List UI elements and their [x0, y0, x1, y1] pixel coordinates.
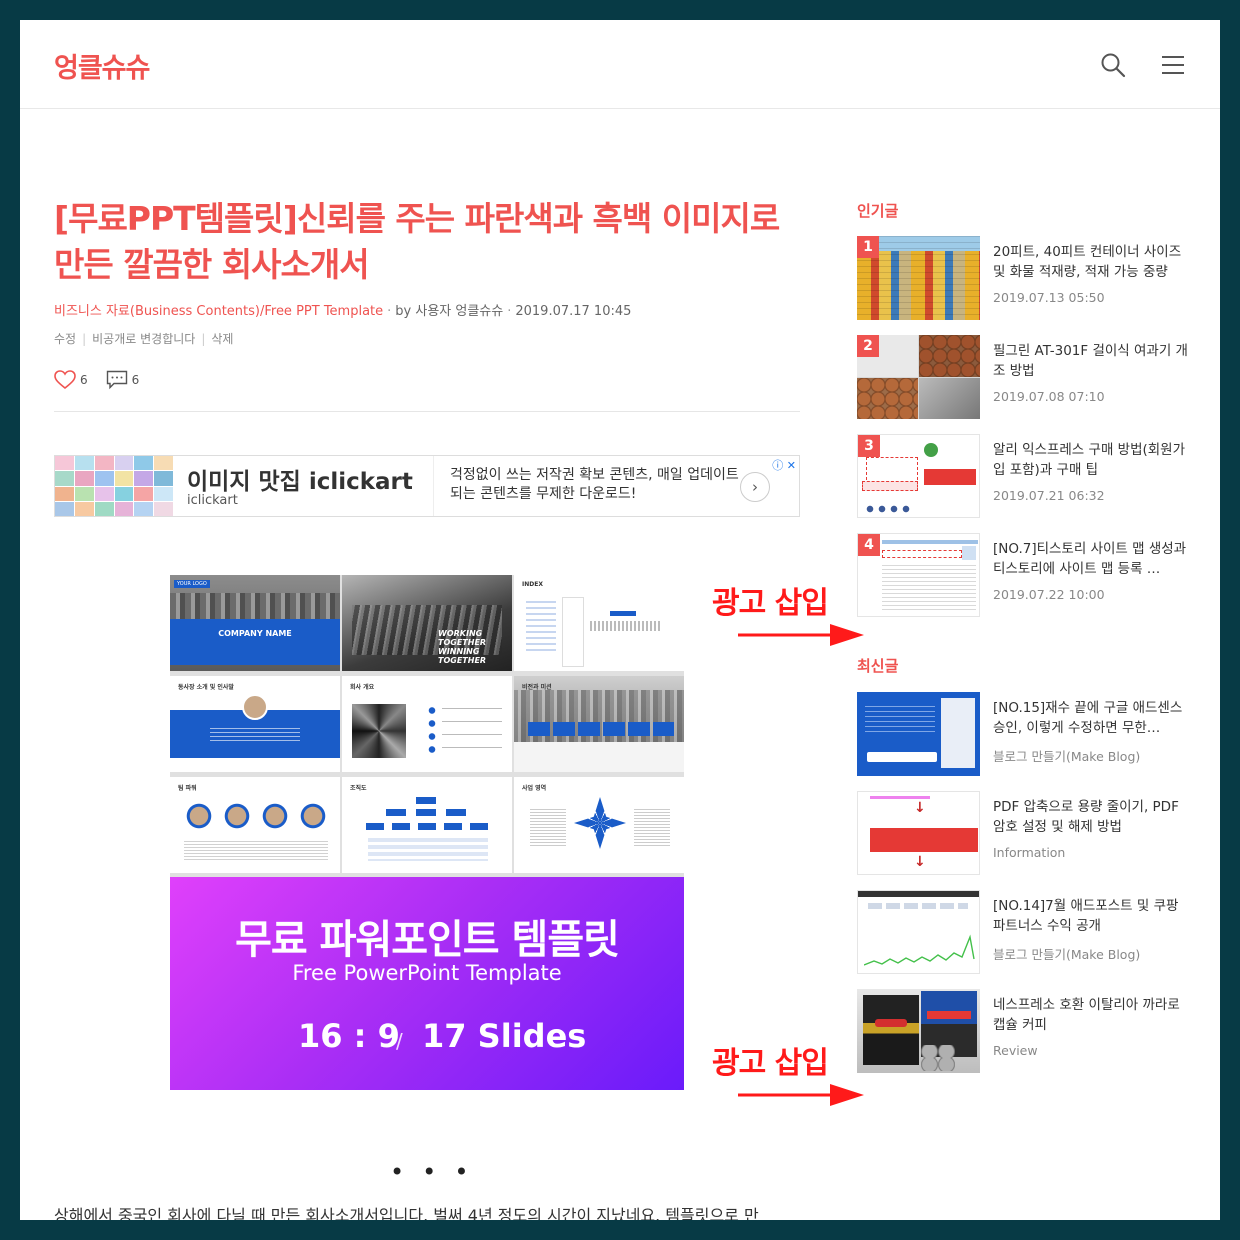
article-author: by 사용자 엉클슈슈 [395, 304, 504, 319]
ad-info-close-icon[interactable]: ⓘ ✕ [772, 457, 796, 473]
post-date: 2019.07.22 10:00 [993, 587, 1105, 602]
edit-link[interactable]: 수정 [54, 332, 76, 346]
rank-badge: 4 [858, 534, 880, 556]
recent-post-item[interactable]: [NO.15]재수 끝에 구글 애드센스 승인, 이렇게 수정하면 무한… 블로… [857, 692, 1197, 776]
post-title[interactable]: 네스프레소 호환 이탈리아 까라로 캡슐 커피 [993, 995, 1189, 1035]
article-category-link[interactable]: 비즈니스 자료(Business Contents)/Free PPT Temp… [54, 304, 383, 319]
promo-slide-count: 17 Slides [422, 1017, 587, 1055]
site-logo[interactable]: 엉클슈슈 [54, 46, 150, 85]
post-thumbnail[interactable] [857, 692, 980, 776]
ad-sub-text: iclickart [187, 493, 238, 508]
post-category: 블로그 만들기(Make Blog) [993, 947, 1141, 962]
like-count: 6 [80, 373, 88, 387]
article-title: [무료PPT템플릿]신뢰를 주는 파란색과 흑백 이미지로 만든 깔끔한 회사소… [54, 199, 780, 284]
template-promo-banner: 무료 파워포인트 템플릿 Free PowerPoint Template 16… [170, 877, 684, 1090]
recent-post-item[interactable]: ↓ ↓ PDF 압축으로 용량 줄이기, PDF 암호 설정 및 해제 방법 I… [857, 791, 1197, 875]
post-title[interactable]: [NO.7]티스토리 사이트 맵 생성과 티스토리에 사이트 맵 등록 … [993, 539, 1189, 579]
post-date: 2019.07.08 07:10 [993, 389, 1105, 404]
post-thumbnail[interactable]: 2 [857, 335, 980, 419]
recent-posts-heading: 최신글 [857, 657, 899, 675]
reactions-bar: 6 6 [54, 370, 157, 390]
promo-subtitle: Free PowerPoint Template [292, 961, 562, 985]
red-arrow-right-icon [738, 1084, 864, 1106]
slide-business-area: 사업 영역 [514, 777, 684, 873]
post-thumbnail[interactable] [857, 890, 980, 974]
post-thumbnail[interactable] [857, 989, 980, 1073]
line-graph-thumbnail [864, 934, 975, 966]
popular-post-item[interactable]: 2 필그린 AT-301F 걸이식 여과기 개조 방법 2019.07.08 0… [857, 335, 1197, 419]
post-thumbnail[interactable]: 3 [857, 434, 980, 518]
slide-index: INDEX [514, 575, 684, 671]
rank-badge: 3 [858, 435, 880, 457]
popular-post-item[interactable]: 3 알리 익스프레스 구매 방법(회원가입 포함)과 구매 팁 2019.07.… [857, 434, 1197, 518]
post-thumbnail[interactable]: ↓ ↓ [857, 791, 980, 875]
popular-post-item[interactable]: 4 [NO.7]티스토리 사이트 맵 생성과 티스토리에 사이트 맵 등록 … … [857, 533, 1197, 617]
ad-thumbnail-grid [55, 456, 173, 516]
ad-insert-annotation-bottom: 광고 삽입 [712, 1046, 829, 1081]
slide-slogan: WORKING TOGETHER WINNING TOGETHER [342, 575, 512, 671]
article-body-first-line: 상해에서 중국인 회사에 다닐 때 만든 회사소개서입니다. 벌써 4년 정도의… [54, 1206, 759, 1220]
post-title[interactable]: 알리 익스프레스 구매 방법(회원가입 포함)과 구매 팁 [993, 440, 1189, 480]
post-category: Review [993, 1043, 1038, 1058]
heart-icon[interactable] [54, 370, 76, 390]
popular-posts-heading: 인기글 [857, 202, 899, 220]
article-actions: 수정 | 비공개로 변경합니다 | 삭제 [54, 332, 234, 346]
article-meta: 비즈니스 자료(Business Contents)/Free PPT Temp… [54, 304, 632, 319]
slide-cover: YOUR LOGO COMPANY NAME [170, 575, 340, 671]
post-thumbnail[interactable]: 1 [857, 236, 980, 320]
slide-slogan-text: WORKING TOGETHER WINNING TOGETHER [438, 629, 487, 665]
promo-ratio: 16 : 9 [298, 1017, 400, 1055]
ad-description-panel[interactable]: 걱정없이 쓰는 저작권 확보 콘텐츠, 매일 업데이트되는 콘텐츠를 무제한 다… [433, 456, 799, 516]
promo-title: 무료 파워포인트 템플릿 [235, 917, 620, 963]
post-category: Information [993, 845, 1066, 860]
post-title[interactable]: [NO.14]7월 애드포스트 및 쿠팡 파트너스 수익 공개 [993, 896, 1189, 936]
post-date: 2019.07.13 05:50 [993, 290, 1105, 305]
post-thumbnail[interactable]: 4 [857, 533, 980, 617]
delete-link[interactable]: 삭제 [211, 332, 233, 346]
popular-post-item[interactable]: 1 20피트, 40피트 컨테이너 사이즈 및 화물 적재량, 적재 가능 중량… [857, 236, 1197, 320]
ad-brand-name[interactable]: 이미지 맛집 iclickart [187, 462, 413, 496]
red-arrow-right-icon [738, 624, 864, 646]
ad-description: 걱정없이 쓰는 저작권 확보 콘텐츠, 매일 업데이트되는 콘텐츠를 무제한 다… [450, 467, 739, 502]
site-header: 엉클슈슈 [20, 20, 1220, 109]
rank-badge: 1 [857, 236, 879, 258]
make-private-link[interactable]: 비공개로 변경합니다 [92, 332, 195, 346]
ad-banner[interactable]: 이미지 맛집 iclickart iclickart 걱정없이 쓰는 저작권 확… [54, 455, 800, 517]
template-preview-image: YOUR LOGO COMPANY NAME WORKING TOGETHER … [170, 575, 684, 1090]
ad-next-arrow-icon[interactable]: › [740, 472, 770, 502]
post-title[interactable]: [NO.15]재수 끝에 구글 애드센스 승인, 이렇게 수정하면 무한… [993, 698, 1189, 738]
slide-vision: 비전과 미션 [514, 676, 684, 772]
slide-ceo: 동사장 소개 및 인사말 [170, 676, 340, 772]
post-title[interactable]: 20피트, 40피트 컨테이너 사이즈 및 화물 적재량, 적재 가능 중량 [993, 242, 1189, 282]
post-title[interactable]: PDF 압축으로 용량 줄이기, PDF 암호 설정 및 해제 방법 [993, 797, 1189, 837]
red-arrow-down-icon: ↓ [914, 854, 926, 870]
hamburger-menu-icon[interactable] [1160, 52, 1186, 78]
recent-post-item[interactable]: 네스프레소 호환 이탈리아 까라로 캡슐 커피 Review [857, 989, 1197, 1073]
red-arrow-down-icon: ↓ [914, 800, 926, 816]
slide-cover-logo: YOUR LOGO [174, 580, 210, 588]
ad-insert-annotation-top: 광고 삽입 [712, 586, 829, 621]
post-category: 블로그 만들기(Make Blog) [993, 749, 1141, 764]
comment-icon[interactable] [106, 370, 128, 390]
post-date: 2019.07.21 06:32 [993, 488, 1105, 503]
section-dots-divider: ••• [390, 1158, 487, 1186]
promo-slash: / [396, 1029, 403, 1053]
slide-org-chart: 조직도 [342, 777, 512, 873]
recent-post-item[interactable]: [NO.14]7월 애드포스트 및 쿠팡 파트너스 수익 공개 블로그 만들기(… [857, 890, 1197, 974]
slide-overview: 회사 개요 [342, 676, 512, 772]
search-icon[interactable] [1100, 52, 1126, 78]
blog-page: 엉클슈슈 [무료PPT템플릿]신뢰를 주는 파란색과 흑백 이미지로 만든 깔끔… [20, 20, 1220, 1220]
rank-badge: 2 [857, 335, 879, 357]
slide-cover-title: COMPANY NAME [218, 629, 292, 638]
comment-count: 6 [131, 373, 140, 387]
article-date: 2019.07.17 10:45 [515, 304, 632, 319]
article-divider [54, 411, 800, 412]
post-title[interactable]: 필그린 AT-301F 걸이식 여과기 개조 방법 [993, 341, 1189, 381]
slide-team: 팀 파워 [170, 777, 340, 873]
